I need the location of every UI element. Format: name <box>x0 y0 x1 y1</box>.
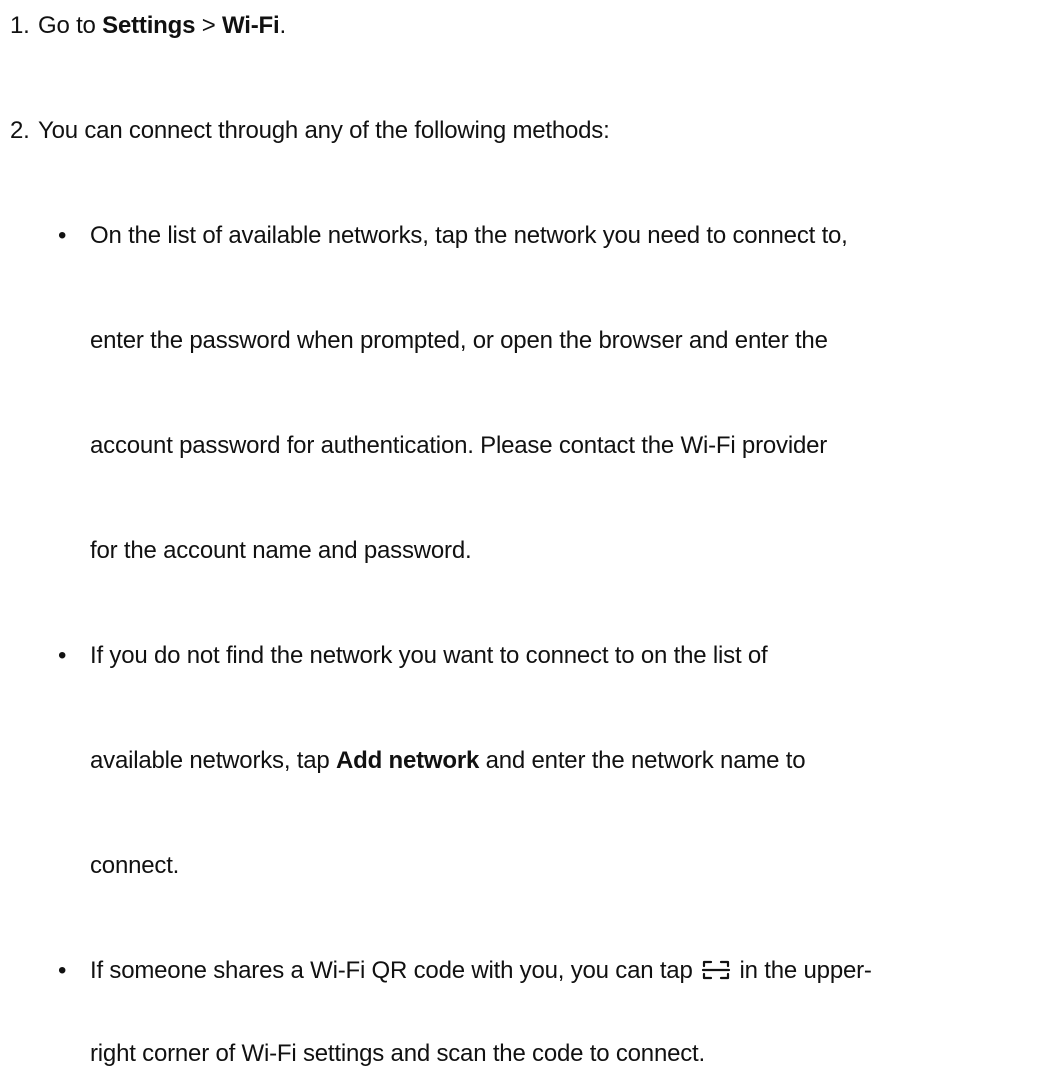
bullet-dot: • <box>58 957 67 984</box>
method-add-line-1: If you do not find the network you want … <box>90 642 768 669</box>
step-suffix: . <box>279 12 286 39</box>
bullet-dot: • <box>58 642 67 669</box>
method-add-line-3: connect. <box>90 852 180 879</box>
method-list-line-4: for the account name and password. <box>90 537 472 564</box>
method-add-line-2: available networks, tap Add network and … <box>90 747 806 775</box>
method-add-post: and enter the network name to <box>479 747 806 774</box>
method-qr-pre: If someone shares a Wi-Fi QR code with y… <box>90 957 700 984</box>
scan-icon <box>701 958 731 982</box>
method-list-line-2: enter the password when prompted, or ope… <box>90 327 828 354</box>
separator: > <box>195 12 223 39</box>
step-1: 1. Go to Settings > Wi-Fi. <box>10 12 286 40</box>
method-qr-line-2: right corner of Wi-Fi settings and scan … <box>90 1040 705 1067</box>
step-number: 2. <box>10 117 30 144</box>
wifi-label: Wi-Fi <box>222 12 280 39</box>
step-prefix: Go to <box>38 12 103 39</box>
add-network-label: Add network <box>336 747 480 774</box>
method-list-line-1: On the list of available networks, tap t… <box>90 222 848 249</box>
step-2: 2. You can connect through any of the fol… <box>10 117 610 145</box>
step-text: You can connect through any of the follo… <box>38 117 610 144</box>
settings-label: Settings <box>102 12 196 39</box>
method-list-line-3: account password for authentication. Ple… <box>90 432 828 459</box>
method-qr-post: in the upper- <box>733 957 872 984</box>
bullet-dot: • <box>58 222 67 249</box>
step-number: 1. <box>10 12 30 39</box>
method-qr-line-1: If someone shares a Wi-Fi QR code with y… <box>90 957 872 985</box>
method-add-pre: available networks, tap <box>90 747 337 774</box>
step-text: Go to Settings > Wi-Fi. <box>38 12 286 40</box>
